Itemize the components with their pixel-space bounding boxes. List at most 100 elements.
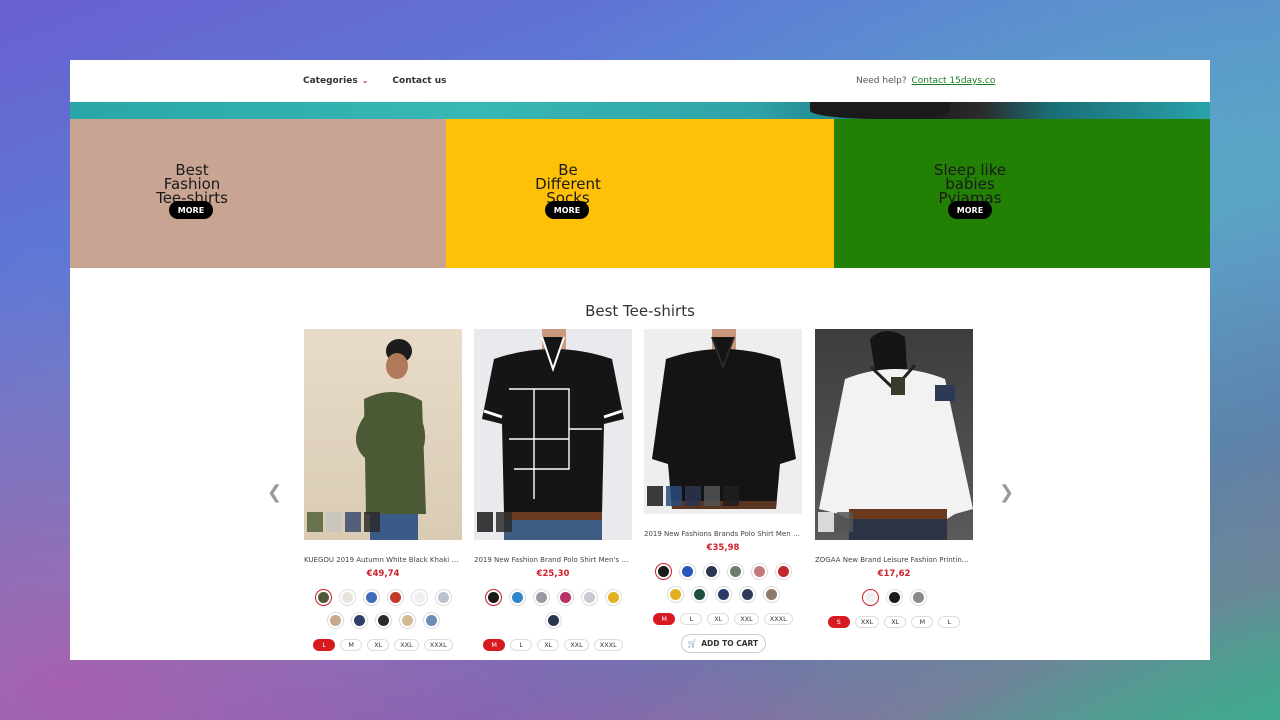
help-label: Need help? <box>856 76 907 86</box>
color-swatch[interactable] <box>714 586 732 603</box>
size-option[interactable]: XL <box>707 613 730 625</box>
more-button[interactable]: MORE <box>948 201 992 219</box>
color-swatch[interactable] <box>484 589 502 606</box>
product-card[interactable]: KUEGOU 2019 Autumn White Black Khaki Lon… <box>304 329 462 651</box>
more-button[interactable]: MORE <box>545 201 589 219</box>
nav-categories[interactable]: Categories ⌄ <box>303 76 368 86</box>
color-swatch-fill <box>765 589 777 600</box>
carousel-next-icon[interactable]: ❯ <box>999 482 1014 503</box>
nav-contact-us[interactable]: Contact us <box>392 76 446 86</box>
thumbnail[interactable] <box>723 486 739 506</box>
size-option[interactable]: XXXL <box>763 613 793 625</box>
size-option[interactable]: XXL <box>854 616 880 628</box>
product-card[interactable]: 2019 New Fashion Brand Polo Shirt Men's … <box>474 329 632 651</box>
size-option[interactable]: M <box>340 639 363 651</box>
color-swatch[interactable] <box>532 589 550 606</box>
product-name[interactable]: KUEGOU 2019 Autumn White Black Khaki Lon… <box>304 556 462 564</box>
color-swatch-fill <box>413 592 425 603</box>
section-title: Best Tee-shirts <box>585 302 695 320</box>
color-swatch[interactable] <box>702 563 720 580</box>
thumbnail[interactable] <box>666 486 682 506</box>
color-swatch[interactable] <box>410 589 428 606</box>
color-swatch[interactable] <box>386 589 404 606</box>
color-swatches <box>815 589 973 606</box>
color-swatch[interactable] <box>556 589 574 606</box>
color-swatch[interactable] <box>666 586 684 603</box>
color-swatch[interactable] <box>434 589 452 606</box>
thumbnail[interactable] <box>345 512 361 532</box>
more-button[interactable]: MORE <box>169 201 213 219</box>
color-swatch[interactable] <box>750 563 768 580</box>
color-swatch[interactable] <box>338 589 356 606</box>
color-swatch-fill <box>329 615 341 626</box>
size-option[interactable]: L <box>510 639 533 651</box>
color-swatch-fill <box>888 592 900 603</box>
size-option[interactable]: L <box>680 613 703 625</box>
size-option[interactable]: XL <box>367 639 390 651</box>
color-swatch[interactable] <box>861 589 879 606</box>
color-swatch[interactable] <box>580 589 598 606</box>
color-swatch-fill <box>341 592 353 603</box>
color-swatch[interactable] <box>374 612 392 629</box>
color-swatch[interactable] <box>726 563 744 580</box>
size-option[interactable]: M <box>653 613 676 625</box>
color-swatch[interactable] <box>350 612 368 629</box>
size-option[interactable]: L <box>938 616 961 628</box>
thumbnail[interactable] <box>685 486 701 506</box>
color-swatch[interactable] <box>326 612 344 629</box>
thumbnail[interactable] <box>837 512 853 532</box>
color-swatch[interactable] <box>690 586 708 603</box>
webpage: Categories ⌄ Contact us Need help? Contac… <box>70 60 1210 660</box>
size-option[interactable]: XXL <box>564 639 589 651</box>
size-option[interactable]: XL <box>884 616 907 628</box>
product-image[interactable] <box>644 329 802 514</box>
add-to-cart-button[interactable]: 🛒 ADD TO CART <box>680 634 766 653</box>
color-swatch[interactable] <box>762 586 780 603</box>
size-option[interactable]: S <box>827 616 850 628</box>
color-swatch-fill <box>425 615 437 626</box>
thumbnail[interactable] <box>326 512 342 532</box>
size-option[interactable]: XXL <box>394 639 419 651</box>
thumbnail[interactable] <box>704 486 720 506</box>
product-image[interactable] <box>474 329 632 540</box>
color-swatch[interactable] <box>909 589 927 606</box>
product-name[interactable]: ZOGAA New Brand Leisure Fashion Printing… <box>815 556 973 564</box>
chevron-down-icon: ⌄ <box>361 76 369 85</box>
size-option[interactable]: L <box>313 639 336 651</box>
thumbnail[interactable] <box>364 512 380 532</box>
size-option[interactable]: M <box>911 616 934 628</box>
color-swatch[interactable] <box>422 612 440 629</box>
product-image[interactable] <box>304 329 462 540</box>
product-name[interactable]: 2019 New Fashions Brands Polo Shirt Men … <box>644 530 802 538</box>
thumbnail[interactable] <box>307 512 323 532</box>
carousel-prev-icon[interactable]: ❮ <box>267 482 282 503</box>
color-swatch[interactable] <box>678 563 696 580</box>
product-card[interactable]: ZOGAA New Brand Leisure Fashion Printing… <box>815 329 973 628</box>
cart-icon: 🛒 <box>687 639 698 648</box>
color-swatch[interactable] <box>508 589 526 606</box>
size-option[interactable]: XXXL <box>423 639 453 651</box>
color-swatch[interactable] <box>604 589 622 606</box>
thumbnail[interactable] <box>496 512 512 532</box>
size-option[interactable]: XXXL <box>593 639 623 651</box>
product-image[interactable] <box>815 329 973 540</box>
color-swatch[interactable] <box>885 589 903 606</box>
thumbnail[interactable] <box>818 512 834 532</box>
color-swatch[interactable] <box>738 586 756 603</box>
thumbnail[interactable] <box>647 486 663 506</box>
color-swatch[interactable] <box>398 612 416 629</box>
size-option[interactable]: XXL <box>734 613 759 625</box>
size-options: L M XL XXL XXXL <box>304 639 462 651</box>
contact-link[interactable]: Contact 15days.co <box>912 76 996 86</box>
product-price: €25,30 <box>536 569 570 579</box>
color-swatch[interactable] <box>544 612 562 629</box>
color-swatch[interactable] <box>654 563 672 580</box>
size-option[interactable]: M <box>483 639 506 651</box>
thumbnail[interactable] <box>477 512 493 532</box>
color-swatch[interactable] <box>314 589 332 606</box>
product-card[interactable]: 2019 New Fashions Brands Polo Shirt Men … <box>644 329 802 653</box>
product-name[interactable]: 2019 New Fashion Brand Polo Shirt Men's … <box>474 556 632 564</box>
color-swatch[interactable] <box>362 589 380 606</box>
color-swatch[interactable] <box>774 563 792 580</box>
size-option[interactable]: XL <box>537 639 560 651</box>
